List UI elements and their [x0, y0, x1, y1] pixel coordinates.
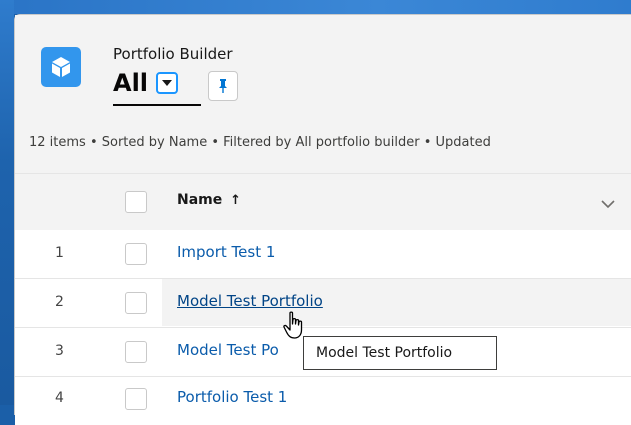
row-checkbox[interactable] [125, 292, 147, 314]
row-number: 4 [55, 390, 64, 406]
list-view-selector[interactable]: All [113, 69, 179, 97]
app-background-top [0, 0, 631, 14]
row-number: 1 [55, 245, 64, 261]
record-link[interactable]: Model Test Po [177, 341, 279, 359]
list-view-underline [113, 104, 201, 106]
app-background-left [0, 0, 14, 405]
record-name-tooltip: Model Test Portfolio [303, 336, 497, 370]
row-number: 3 [55, 343, 64, 359]
hand-cursor-icon [282, 311, 308, 345]
column-actions-chevron-icon[interactable] [601, 194, 615, 213]
row-checkbox[interactable] [125, 341, 147, 363]
row-number: 2 [55, 294, 64, 310]
row-checkbox[interactable] [125, 243, 147, 265]
record-link[interactable]: Import Test 1 [177, 243, 275, 261]
table-header: Name ↑ [15, 173, 631, 231]
row-checkbox[interactable] [125, 388, 147, 410]
pin-icon [219, 79, 227, 93]
object-label: Portfolio Builder [113, 45, 233, 63]
table-row: 2 Model Test Portfolio [15, 279, 631, 327]
table-row: 4 Portfolio Test 1 [15, 377, 631, 425]
arrow-up-icon: ↑ [230, 193, 242, 208]
list-view-name: All [113, 69, 149, 97]
record-link[interactable]: Model Test Portfolio [177, 292, 323, 310]
pin-list-view-button[interactable] [208, 71, 238, 101]
list-info-text: 12 items • Sorted by Name • Filtered by … [29, 135, 491, 150]
select-all-checkbox[interactable] [125, 191, 147, 213]
name-column-header[interactable]: Name ↑ [177, 192, 241, 208]
list-view-dropdown-button[interactable] [156, 72, 179, 94]
chevron-down-icon [162, 80, 173, 86]
cube-icon [41, 47, 81, 87]
record-link[interactable]: Portfolio Test 1 [177, 388, 287, 406]
table-row: 1 Import Test 1 [15, 230, 631, 278]
